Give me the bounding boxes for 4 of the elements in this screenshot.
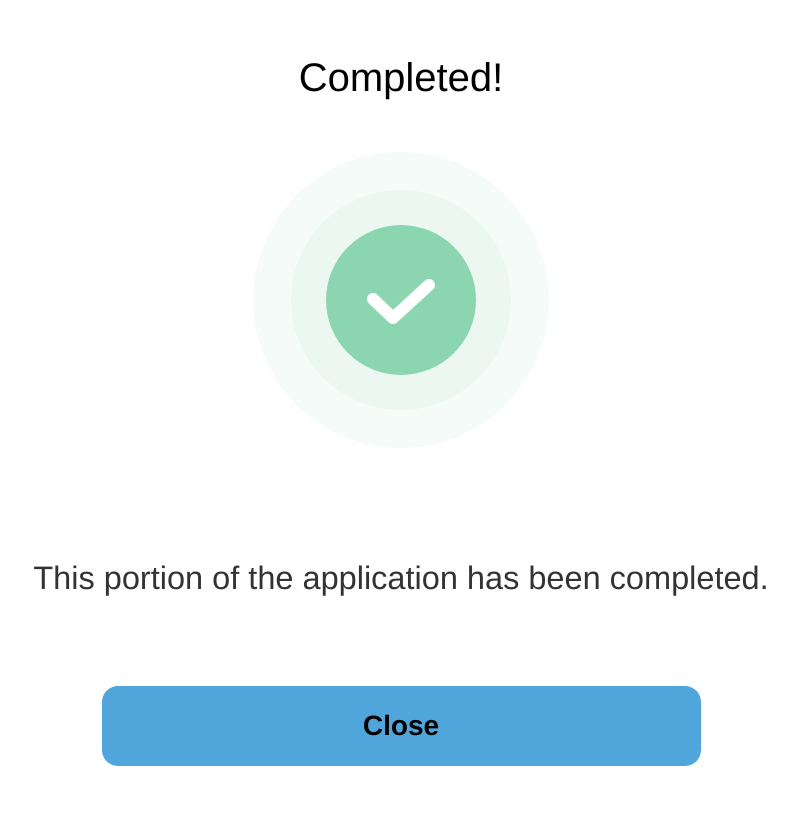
close-button[interactable]: Close	[102, 686, 700, 766]
completion-message: This portion of the application has been completed.	[33, 559, 769, 597]
success-check-icon	[253, 152, 549, 448]
dialog-title: Completed!	[298, 55, 504, 102]
